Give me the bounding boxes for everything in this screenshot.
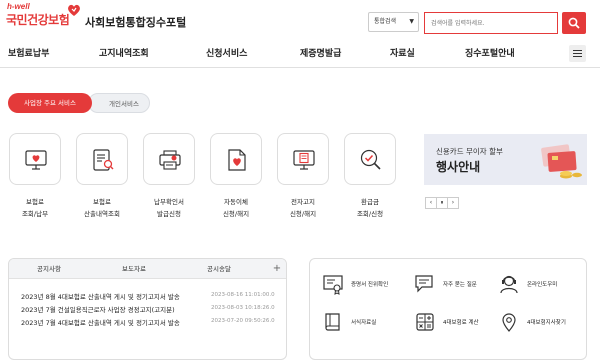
service-label-line2: 발급신청	[157, 210, 181, 218]
quick-link-label: 자주 묻는 질문	[443, 282, 477, 288]
search-icon	[568, 17, 580, 29]
printer-icon	[159, 150, 181, 170]
monitor-heart-icon	[25, 150, 47, 170]
site-title[interactable]: 사회보험통합징수포털	[85, 14, 186, 30]
book-icon	[325, 313, 340, 331]
list-item[interactable]: 2023년 7월 4대보험료 산출내역 게시 및 정기고지서 발송 2023-0…	[21, 317, 283, 329]
promo-banner[interactable]: 신용카드 무이자 할부 행사안내	[424, 134, 587, 185]
quick-link-label: 서식자료실	[351, 320, 377, 326]
certificate-icon	[323, 275, 343, 295]
hamburger-icon	[573, 50, 582, 51]
notice-board: 공지사항 보도자료 공시송달 + 2023년 8월 4대보험료 산출내역 게시 …	[8, 258, 287, 360]
service-e-notice[interactable]: 전자고지 신청/해지	[277, 133, 329, 218]
search-input[interactable]	[424, 12, 558, 34]
service-label-line1: 보험료	[93, 198, 111, 206]
tab-personal-services[interactable]: 개인서비스	[88, 93, 150, 113]
nav-item-notice-history[interactable]: 고지내역조회	[99, 46, 149, 59]
service-label-line1: 자동이체	[224, 198, 248, 206]
nav-item-payment[interactable]: 보험료납부	[8, 46, 49, 59]
logo-text: 국민건강보험	[6, 13, 70, 27]
notice-title[interactable]: 2023년 8월 4대보험료 산출내역 게시 및 정기고지서 발송	[21, 291, 209, 301]
banner-subtitle: 신용카드 무이자 할부	[436, 147, 503, 156]
service-refund[interactable]: 환급금 조회/신청	[344, 133, 396, 218]
location-pin-icon	[502, 313, 516, 332]
service-label-line1: 납부확인서	[154, 198, 184, 206]
service-auto-transfer[interactable]: 자동이체 신청/해지	[210, 133, 262, 218]
board-tabs: 공지사항 보도자료 공시송달 +	[9, 259, 286, 279]
nav-item-application[interactable]: 신청서비스	[206, 46, 247, 59]
service-label-line2: 산출내역조회	[84, 210, 120, 218]
tab-press[interactable]: 보도자료	[94, 259, 174, 279]
notice-date: 2023-08-03 10:18:26.0	[211, 305, 275, 311]
nav-item-library[interactable]: 자료실	[390, 46, 415, 59]
credit-card-illustration	[541, 144, 582, 179]
search-scope-value: 통합검색	[374, 18, 397, 25]
notice-date: 2023-08-16 11:01:00.0	[211, 292, 275, 298]
menu-button[interactable]	[569, 45, 586, 62]
banner-next-button[interactable]: ›	[447, 197, 459, 209]
service-premium-payment[interactable]: 보험료 조회/납부	[9, 133, 61, 218]
tab-business-services[interactable]: 사업장 주요 서비스	[8, 93, 92, 113]
document-heart-icon	[228, 149, 246, 171]
service-payment-certificate[interactable]: 납부확인서 발급신청	[143, 133, 195, 218]
logo[interactable]: h-well 국민건강보험	[6, 2, 90, 36]
chevron-down-icon: ▼	[409, 18, 414, 25]
list-item[interactable]: 2023년 8월 4대보험료 산출내역 게시 및 정기고지서 발송 2023-0…	[21, 291, 283, 303]
service-label-line2: 조회/납부	[21, 210, 49, 218]
service-label-line1: 보험료	[26, 198, 44, 206]
notice-title[interactable]: 2023년 7월 4대보험료 산출내역 게시 및 정기고지서 발송	[21, 317, 209, 327]
notice-title[interactable]: 2023년 7월 건설일용직근로자 사업장 경정고지(고지분)	[21, 304, 209, 314]
service-label-line2: 신청/해지	[222, 210, 250, 218]
list-item[interactable]: 2023년 7월 건설일용직근로자 사업장 경정고지(고지분) 2023-08-…	[21, 304, 283, 316]
support-agent-icon	[500, 275, 518, 294]
logo-tagline: h-well	[7, 2, 30, 11]
tab-notices[interactable]: 공지사항	[9, 259, 89, 279]
monitor-document-icon	[293, 150, 315, 170]
header: h-well 국민건강보험 사회보험통합징수포털 통합검색 ▼	[0, 0, 600, 42]
quick-link-label: 온라인도우미	[527, 282, 558, 288]
notice-date: 2023-07-20 09:50:26.0	[211, 318, 275, 324]
refund-search-icon	[360, 149, 381, 170]
search-scope-select[interactable]: 통합검색 ▼	[368, 12, 419, 32]
quick-link-label: 4대보험료 계산	[443, 320, 479, 326]
calculator-icon	[416, 313, 434, 331]
banner-title: 행사안내	[436, 160, 481, 174]
document-search-icon	[93, 149, 114, 171]
heart-icon	[68, 4, 80, 16]
quick-link-label: 4대보험지사찾기	[527, 320, 566, 326]
service-label-line1: 환급금	[361, 198, 379, 206]
main-nav: 보험료납부 고지내역조회 신청서비스 제증명발급 자료실 징수포털안내	[0, 42, 600, 68]
chat-icon	[415, 275, 433, 293]
service-label-line2: 조회/신청	[356, 210, 384, 218]
quick-link-label: 증명서 진위확인	[351, 282, 389, 288]
nav-item-guide[interactable]: 징수포털안내	[465, 46, 515, 59]
search-button[interactable]	[562, 12, 586, 34]
service-label-line2: 신청/해지	[289, 210, 317, 218]
more-button[interactable]: +	[267, 259, 286, 279]
service-calculation-history[interactable]: 보험료 산출내역조회	[76, 133, 128, 218]
tab-public-service[interactable]: 공시송달	[179, 259, 259, 279]
quick-links: 증명서 진위확인 자주 묻는 질문 온라인도우미 서식자료실 4대보험료 계산 …	[309, 258, 587, 360]
nav-item-certificate[interactable]: 제증명발급	[300, 46, 341, 59]
service-label-line1: 전자고지	[291, 198, 315, 206]
